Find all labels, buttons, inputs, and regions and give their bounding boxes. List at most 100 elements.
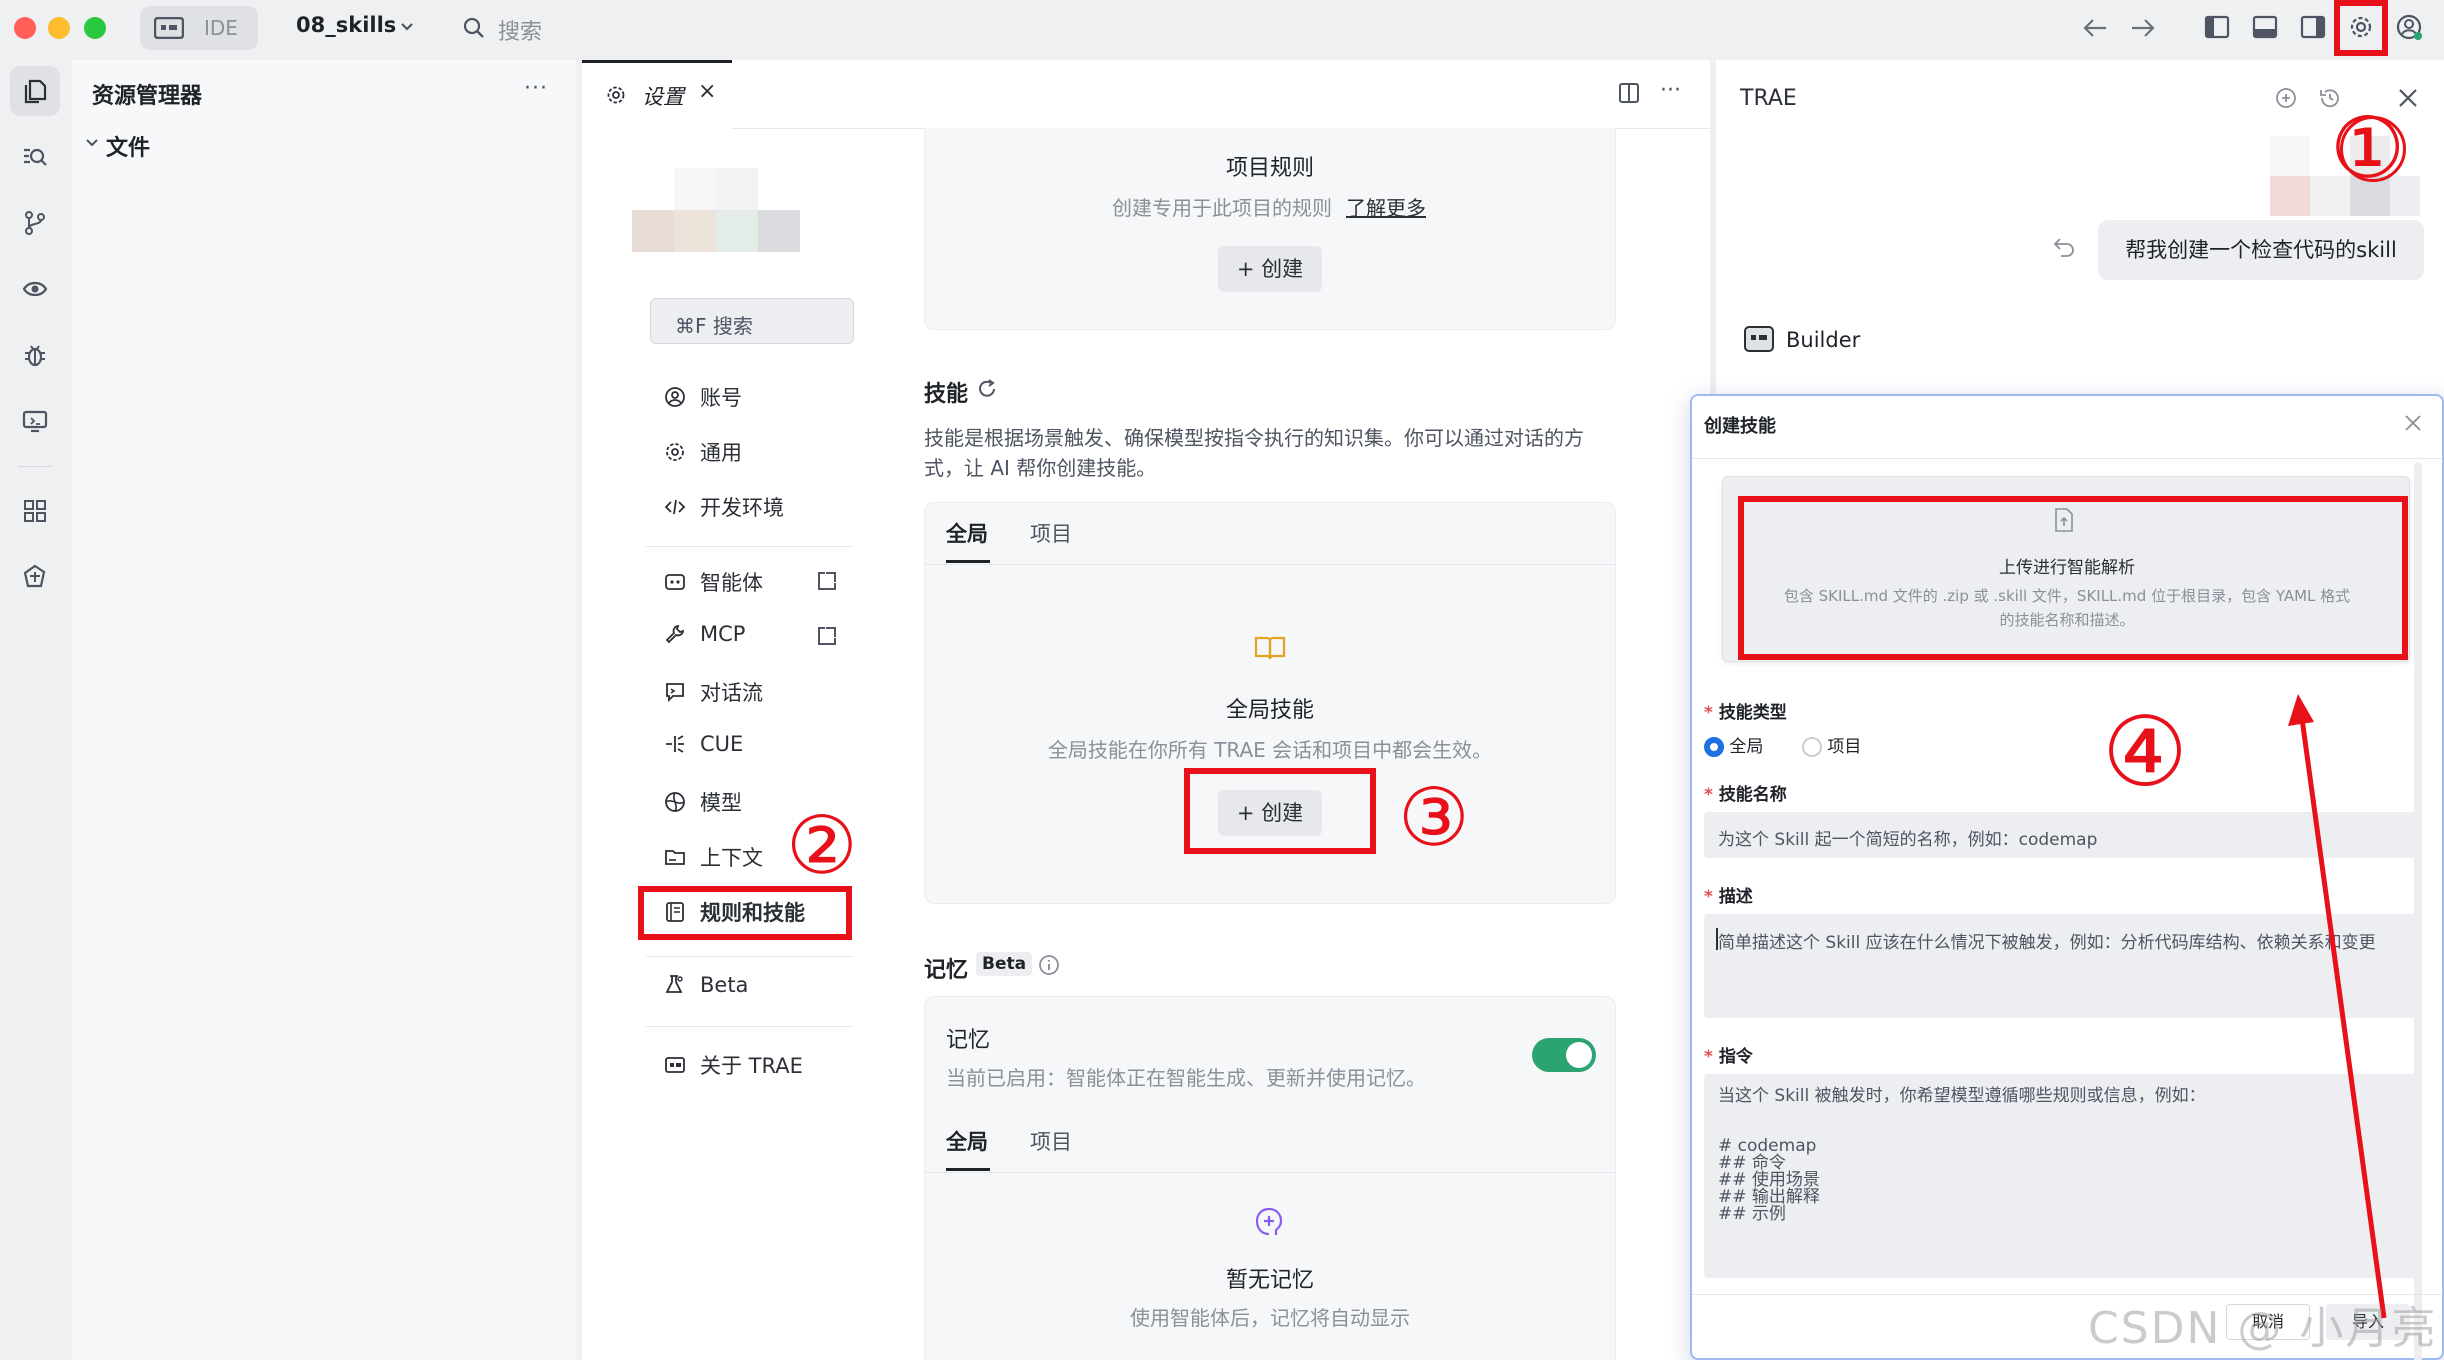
- no-memory-desc: 使用智能体后，记忆将自动显示: [1130, 1306, 1410, 1330]
- debug-tab[interactable]: [10, 330, 60, 380]
- annotation-box-rules: [638, 886, 852, 940]
- external-link-icon[interactable]: [816, 570, 838, 592]
- active-tab-indicator: [946, 1168, 990, 1171]
- instruction-text: 指令: [1718, 1047, 1753, 1067]
- explorer-folder[interactable]: 文件: [106, 130, 150, 162]
- create-project-rule-button[interactable]: + 创建: [1218, 246, 1322, 292]
- search-list-icon: [24, 148, 47, 166]
- settings-nav-item[interactable]: CUE: [664, 732, 743, 756]
- new-chat-icon[interactable]: [2274, 86, 2298, 110]
- memory-card-desc: 当前已启用：智能体正在智能生成、更新并使用记忆。: [946, 1066, 1426, 1090]
- activity-divider: [18, 466, 52, 467]
- skills-tab-project[interactable]: 项目: [1030, 518, 1072, 548]
- book-icon: [1254, 636, 1286, 660]
- instruction-label: * 指令: [1704, 1042, 1753, 1067]
- settings-nav-label: 关于 TRAE: [700, 1054, 803, 1078]
- settings-nav-item[interactable]: 开发环境: [664, 492, 784, 522]
- required-mark: *: [1704, 785, 1719, 805]
- toggle-right-panel-icon[interactable]: [2300, 14, 2326, 40]
- learn-more-link[interactable]: 了解更多: [1346, 192, 1426, 221]
- settings-search-label: ⌘F 搜索: [675, 314, 753, 338]
- annotation-number-4: ④: [2102, 696, 2189, 808]
- source-control-tab[interactable]: [10, 198, 60, 248]
- memory-tab-project[interactable]: 项目: [1030, 1126, 1072, 1156]
- settings-nav-item[interactable]: Beta: [664, 973, 748, 997]
- account-icon[interactable]: [2396, 14, 2424, 42]
- settings-nav-label: Beta: [700, 973, 749, 997]
- skill-name-label: * 技能名称: [1704, 780, 1787, 805]
- forward-arrow-icon[interactable]: [2130, 16, 2156, 40]
- user-icon: [665, 387, 685, 407]
- chevron-down-icon: [401, 23, 413, 31]
- back-arrow-icon[interactable]: [2082, 16, 2108, 40]
- minimize-window-button[interactable]: [48, 17, 70, 39]
- explorer-tab[interactable]: [10, 66, 60, 116]
- split-editor-icon[interactable]: [1618, 82, 1640, 104]
- skills-tab-divider: [924, 564, 1616, 565]
- settings-nav-item[interactable]: 账号: [664, 382, 742, 412]
- memory-card-title: 记忆: [946, 1028, 991, 1053]
- create-label: 创建: [1261, 257, 1304, 281]
- memory-section-title: 记忆: [924, 958, 969, 983]
- settings-nav-label: CUE: [700, 732, 744, 756]
- preview-tab[interactable]: [10, 264, 60, 314]
- search-icon: [463, 17, 484, 38]
- settings-nav-item[interactable]: 上下文: [664, 842, 763, 872]
- memory-tab-global[interactable]: 全局: [946, 1126, 988, 1156]
- agent-name: Builder: [1786, 328, 1861, 352]
- monitor-icon: [22, 410, 48, 433]
- trae-ai-tab[interactable]: [10, 552, 60, 602]
- chat-title: TRAE: [1740, 86, 1797, 111]
- window-icon: [154, 17, 184, 39]
- settings-nav-item[interactable]: 智能体: [664, 567, 763, 597]
- project-switcher[interactable]: 08_skills: [296, 8, 426, 48]
- explorer-more-button[interactable]: ···: [524, 76, 548, 101]
- external-link-icon[interactable]: [816, 625, 838, 647]
- annotation-number-1: ①: [2330, 99, 2406, 197]
- watermark: CSDN @ 小月亮: [2088, 1303, 2438, 1354]
- project-rules-desc: 创建专用于此项目的规则: [1112, 196, 1332, 220]
- settings-nav-item[interactable]: 对话流: [664, 677, 763, 707]
- no-memory-title: 暂无记忆: [1225, 1268, 1314, 1293]
- activity-bar: [0, 56, 70, 1360]
- skill-type-project-radio[interactable]: 项目: [1802, 732, 1861, 757]
- global-skills-desc: 全局技能在你所有 TRAE 会话和项目中都会生效。: [1047, 738, 1493, 762]
- memory-toggle[interactable]: [1532, 1038, 1596, 1072]
- settings-nav-item[interactable]: 通用: [664, 437, 742, 467]
- global-search[interactable]: 搜索: [462, 8, 622, 48]
- info-icon[interactable]: [1038, 954, 1060, 976]
- settings-search-input[interactable]: ⌘F 搜索: [650, 298, 854, 344]
- tab-close-button[interactable]: ×: [698, 79, 716, 104]
- ide-mode-switch[interactable]: IDE: [140, 6, 258, 50]
- refresh-icon[interactable]: [976, 378, 998, 400]
- close-window-button[interactable]: [14, 17, 36, 39]
- settings-nav-label: MCP: [700, 622, 746, 646]
- beta-badge: Beta: [976, 952, 1033, 976]
- settings-nav-item[interactable]: 模型: [664, 787, 742, 817]
- toggle-left-panel-icon[interactable]: [2204, 14, 2230, 40]
- settings-nav-item[interactable]: 关于 TRAE: [664, 1050, 803, 1080]
- chat-icon: [666, 683, 684, 703]
- extensions-tab[interactable]: [10, 486, 60, 536]
- folder-icon: [665, 850, 685, 865]
- instruction-placeholder: 当这个 Skill 被触发时，你希望模型遵循哪些规则或信息，例如： # codem…: [1718, 1088, 2206, 1223]
- skills-tab-global[interactable]: 全局: [946, 518, 988, 548]
- skill-type-text: 技能类型: [1718, 703, 1787, 723]
- toggle-bottom-panel-icon[interactable]: [2252, 14, 2278, 40]
- description-label: * 描述: [1704, 882, 1753, 907]
- zoom-window-button[interactable]: [84, 17, 106, 39]
- close-icon[interactable]: [2404, 414, 2422, 432]
- wrench-icon: [665, 624, 685, 644]
- skill-type-global-radio[interactable]: 全局: [1704, 732, 1763, 757]
- settings-nav-item[interactable]: MCP: [664, 622, 745, 646]
- git-branch-icon: [25, 211, 45, 235]
- nav-divider: [646, 546, 854, 547]
- chevron-down-icon: [86, 139, 98, 147]
- model-icon: [665, 792, 685, 812]
- remote-tab[interactable]: [10, 396, 60, 446]
- undo-icon[interactable]: [2052, 236, 2076, 258]
- editor-more-button[interactable]: ···: [1660, 78, 1681, 103]
- search-tab[interactable]: [10, 132, 60, 182]
- active-tab-indicator: [946, 560, 990, 563]
- tab-settings[interactable]: 设置 ×: [582, 60, 732, 130]
